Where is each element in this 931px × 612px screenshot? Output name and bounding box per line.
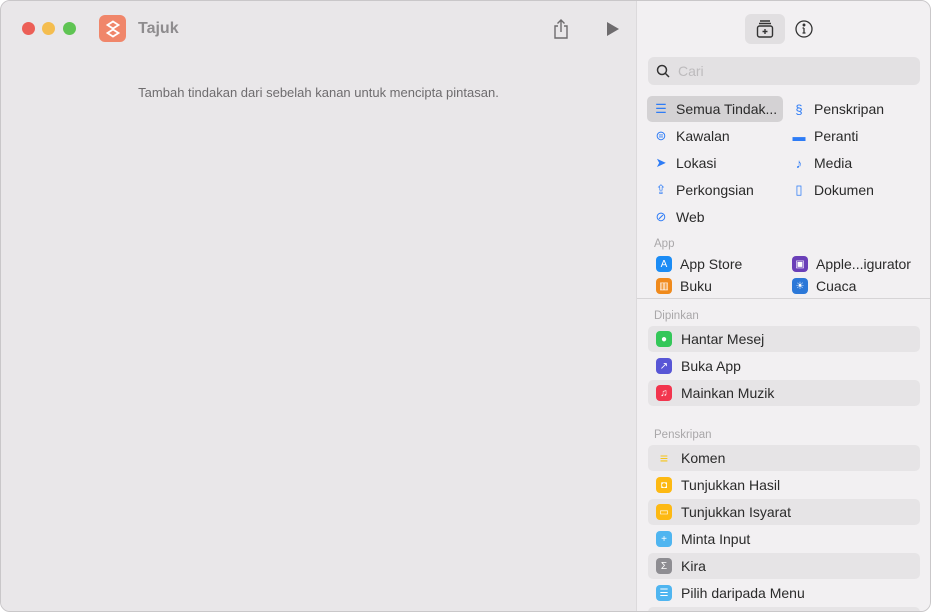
category-location[interactable]: ➤ Lokasi bbox=[647, 150, 783, 176]
document-icon: ▯ bbox=[795, 182, 803, 197]
compass-icon: ⊘ bbox=[655, 209, 667, 224]
weather-icon: ☀ bbox=[792, 278, 808, 294]
action-comment[interactable]: ≡ Komen bbox=[648, 445, 920, 471]
display-icon: ▬ bbox=[792, 128, 806, 144]
category-label: Web bbox=[676, 209, 705, 225]
action-ask-input[interactable]: + Minta Input bbox=[648, 526, 920, 552]
music-note-icon: ♪ bbox=[795, 155, 803, 171]
app-item[interactable]: ☀ Cuaca bbox=[785, 275, 925, 297]
shortcuts-window: Tajuk Tambah tindakan dari sebelah kanan… bbox=[0, 0, 931, 612]
action-label: Minta Input bbox=[681, 531, 751, 547]
empty-hint: Tambah tindakan dari sebelah kanan untuk… bbox=[138, 85, 499, 100]
category-label: Peranti bbox=[814, 128, 859, 144]
close-button[interactable] bbox=[22, 22, 35, 35]
category-label: Media bbox=[814, 155, 853, 171]
app-label: Cuaca bbox=[816, 278, 857, 294]
app-label: App Store bbox=[680, 256, 743, 272]
actions-sidebar: ☰ Semua Tindak... § Penskripan ⊜ Kawalan ▬ P… bbox=[636, 1, 930, 611]
category-label: Penskripan bbox=[814, 101, 885, 117]
minimize-button[interactable] bbox=[42, 22, 55, 35]
music-icon: ♫ bbox=[656, 385, 672, 401]
sigma-icon: Σ bbox=[656, 558, 672, 574]
action-play-music[interactable]: ♫ Mainkan Muzik bbox=[648, 380, 920, 406]
app-item[interactable]: ▣ Apple...igurator bbox=[785, 253, 925, 275]
comment-icon: ≡ bbox=[659, 450, 669, 466]
action-label: Kira bbox=[681, 558, 706, 574]
configurator-icon: ▣ bbox=[792, 256, 808, 272]
action-label: Hantar Mesej bbox=[681, 331, 765, 347]
show-result-icon: ◘ bbox=[656, 477, 672, 493]
editor-pane: Tajuk Tambah tindakan dari sebelah kanan… bbox=[1, 1, 636, 611]
app-label: Apple...igurator bbox=[816, 256, 911, 272]
scripting-icon: § bbox=[795, 101, 803, 117]
category-scripting[interactable]: § Penskripan bbox=[785, 96, 921, 122]
share-button[interactable] bbox=[549, 17, 573, 41]
category-sharing[interactable]: ⇪ Perkongsian bbox=[647, 177, 783, 203]
action-label: Pilih daripada Menu bbox=[681, 585, 805, 601]
search-field[interactable] bbox=[648, 57, 920, 85]
shortcut-title[interactable]: Tajuk bbox=[138, 20, 179, 38]
category-label: Dokumen bbox=[814, 182, 874, 198]
action-label: Buka App bbox=[681, 358, 741, 374]
category-device[interactable]: ▬ Peranti bbox=[785, 123, 921, 149]
action-open-app[interactable]: ↗ Buka App bbox=[648, 353, 920, 379]
category-label: Kawalan bbox=[676, 128, 730, 144]
category-documents[interactable]: ▯ Dokumen bbox=[785, 177, 921, 203]
pane-divider[interactable] bbox=[637, 298, 930, 299]
ask-input-icon: + bbox=[656, 531, 672, 547]
apps-list[interactable]: A App Store ▣ Apple...igurator ▥ Buku ☀ Cuac… bbox=[637, 253, 930, 298]
action-send-message[interactable]: ● Hantar Mesej bbox=[648, 326, 920, 352]
app-item[interactable]: A App Store bbox=[649, 253, 783, 275]
search-input[interactable] bbox=[678, 63, 898, 79]
action-label: Tunjukkan Hasil bbox=[681, 477, 781, 493]
search-icon bbox=[656, 64, 670, 78]
alert-icon: ▭ bbox=[656, 504, 672, 520]
zoom-button[interactable] bbox=[63, 22, 76, 35]
scripting-header: Penskripan bbox=[654, 429, 712, 441]
category-web[interactable]: ⊘ Web bbox=[647, 204, 783, 230]
info-button[interactable] bbox=[792, 17, 816, 41]
messages-icon: ● bbox=[656, 331, 672, 347]
apps-header: App bbox=[654, 238, 675, 250]
app-item[interactable]: ▥ Buku bbox=[649, 275, 783, 297]
action-show-alert[interactable]: ▭ Tunjukkan Isyarat bbox=[648, 499, 920, 525]
toggle-icon: ⊜ bbox=[655, 128, 667, 143]
app-label: Buku bbox=[680, 278, 712, 294]
category-label: Semua Tindak... bbox=[676, 101, 778, 117]
menu-icon: ☰ bbox=[656, 585, 672, 601]
category-label: Lokasi bbox=[676, 155, 717, 171]
action-label: Komen bbox=[681, 450, 726, 466]
pinned-header: Dipinkan bbox=[654, 310, 699, 322]
shortcut-icon[interactable] bbox=[99, 15, 126, 42]
category-all-actions[interactable]: ☰ Semua Tindak... bbox=[647, 96, 783, 122]
location-arrow-icon: ➤ bbox=[655, 155, 667, 170]
action-choose-menu[interactable]: ☰ Pilih daripada Menu bbox=[648, 580, 920, 606]
category-controls[interactable]: ⊜ Kawalan bbox=[647, 123, 783, 149]
action-row-partial[interactable] bbox=[648, 607, 920, 611]
list-icon: ☰ bbox=[655, 101, 667, 116]
action-calculate[interactable]: Σ Kira bbox=[648, 553, 920, 579]
action-label: Mainkan Muzik bbox=[681, 385, 775, 401]
books-icon: ▥ bbox=[656, 278, 672, 294]
category-label: Perkongsian bbox=[676, 182, 754, 198]
action-library-button[interactable] bbox=[745, 14, 785, 44]
action-label: Tunjukkan Isyarat bbox=[681, 504, 791, 520]
share-icon: ⇪ bbox=[655, 182, 667, 197]
action-show-result[interactable]: ◘ Tunjukkan Hasil bbox=[648, 472, 920, 498]
open-app-icon: ↗ bbox=[656, 358, 672, 374]
run-button[interactable] bbox=[601, 17, 625, 41]
app-store-icon: A bbox=[656, 256, 672, 272]
category-media[interactable]: ♪ Media bbox=[785, 150, 921, 176]
